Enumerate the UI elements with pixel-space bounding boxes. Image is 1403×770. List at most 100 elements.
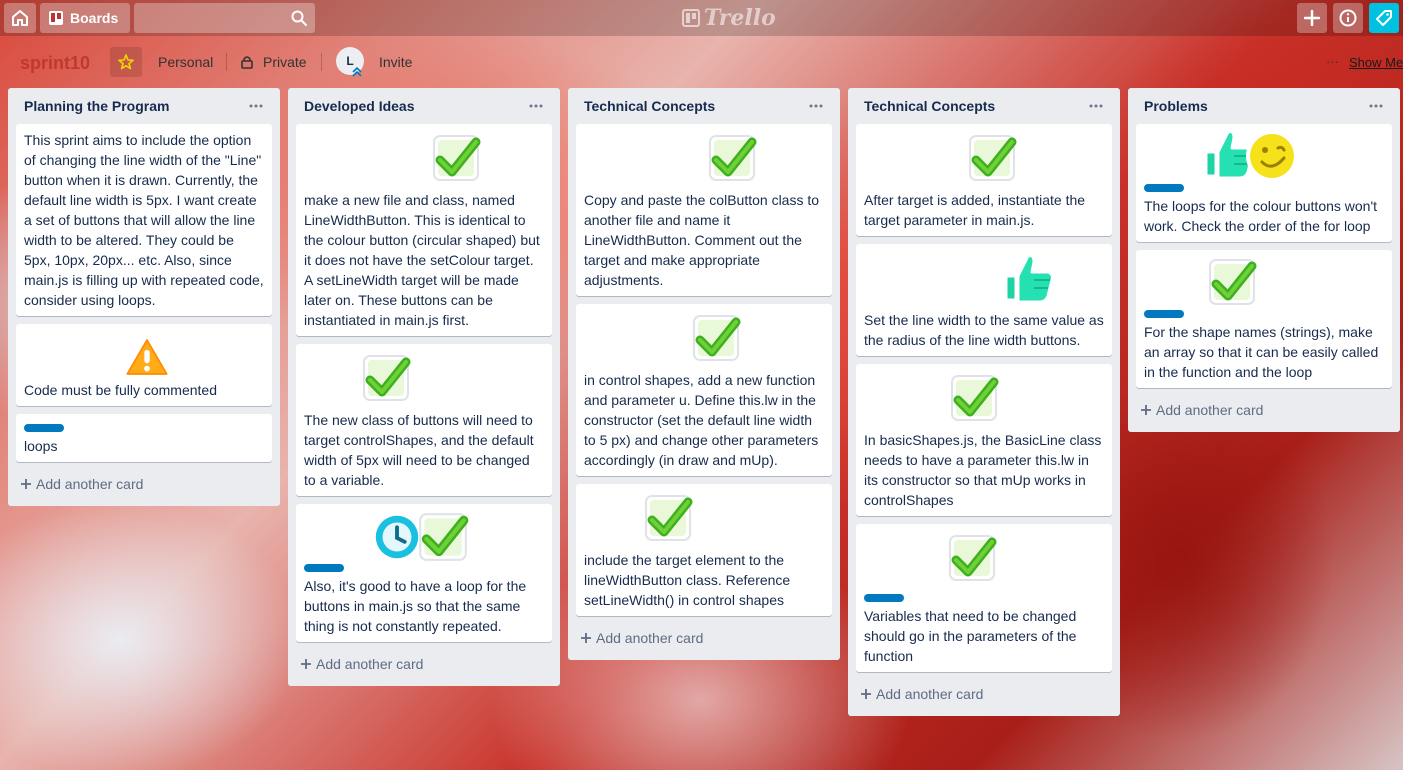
check-sticker-icon bbox=[640, 490, 696, 546]
smile-sticker-icon bbox=[1244, 128, 1300, 184]
boards-button[interactable]: Boards bbox=[40, 3, 130, 33]
card[interactable]: include the target element to the lineWi… bbox=[576, 484, 832, 616]
home-button[interactable] bbox=[4, 3, 36, 33]
add-card-label: Add another card bbox=[1156, 402, 1264, 418]
card[interactable]: In basicShapes.js, the BasicLine class n… bbox=[856, 364, 1112, 516]
card[interactable]: in control shapes, add a new function an… bbox=[576, 304, 832, 476]
check-sticker-icon bbox=[946, 370, 1002, 426]
check-sticker-icon bbox=[944, 530, 1000, 586]
card[interactable]: This sprint aims to include the option o… bbox=[16, 124, 272, 316]
add-card-button[interactable]: Add another card bbox=[16, 470, 272, 498]
visibility-button[interactable]: Private bbox=[263, 47, 307, 77]
boards-icon bbox=[49, 11, 63, 25]
list-menu-icon[interactable] bbox=[804, 94, 828, 118]
check-sticker-icon bbox=[964, 130, 1020, 186]
card-title: Variables that need to be changed should… bbox=[864, 608, 1077, 664]
card[interactable]: After target is added, instantiate the t… bbox=[856, 124, 1112, 236]
card[interactable]: For the shape names (strings), make an a… bbox=[1136, 250, 1392, 388]
card-stickers bbox=[24, 330, 264, 380]
card-stickers bbox=[864, 130, 1104, 190]
header-divider bbox=[321, 53, 322, 71]
card[interactable]: The loops for the colour buttons won't w… bbox=[1136, 124, 1392, 242]
list-menu-icon[interactable] bbox=[524, 94, 548, 118]
plus-icon bbox=[581, 633, 591, 643]
card-stickers bbox=[864, 250, 1104, 310]
list-header: Problems bbox=[1136, 88, 1392, 124]
list-planning: Planning the Program This sprint aims to… bbox=[8, 88, 280, 506]
card[interactable]: loops bbox=[16, 414, 272, 462]
plus-icon bbox=[1141, 405, 1151, 415]
list-developed-ideas: Developed Ideas make a new file and clas… bbox=[288, 88, 560, 686]
list-title[interactable]: Developed Ideas bbox=[304, 98, 415, 114]
card[interactable]: The new class of buttons will need to ta… bbox=[296, 344, 552, 496]
card-stickers bbox=[864, 530, 1104, 590]
card-stickers bbox=[1144, 130, 1384, 180]
card-title: in control shapes, add a new function an… bbox=[584, 372, 819, 468]
card[interactable]: Variables that need to be changed should… bbox=[856, 524, 1112, 672]
card-title: In basicShapes.js, the BasicLine class n… bbox=[864, 432, 1102, 508]
card[interactable]: Set the line width to the same value as … bbox=[856, 244, 1112, 356]
card[interactable]: Also, it's good to have a loop for the b… bbox=[296, 504, 552, 642]
card-stickers bbox=[1144, 256, 1384, 306]
info-button[interactable] bbox=[1333, 3, 1363, 33]
check-sticker-icon bbox=[358, 350, 414, 406]
header-divider bbox=[226, 53, 227, 71]
card-title: Set the line width to the same value as … bbox=[864, 312, 1104, 348]
add-card-label: Add another card bbox=[36, 476, 144, 492]
search-icon[interactable] bbox=[291, 10, 307, 26]
card[interactable]: Code must be fully commented bbox=[16, 324, 272, 406]
card-label bbox=[1144, 310, 1184, 318]
list-menu-icon[interactable] bbox=[1084, 94, 1108, 118]
add-card-button[interactable]: Add another card bbox=[296, 650, 552, 678]
card-title: Code must be fully commented bbox=[24, 382, 217, 398]
card-title: Copy and paste the colButton class to an… bbox=[584, 192, 820, 288]
notifications-button[interactable] bbox=[1369, 3, 1399, 33]
show-menu-button[interactable]: Show Menu bbox=[1349, 55, 1403, 70]
trello-logo[interactable]: Trello bbox=[682, 4, 776, 32]
team-button[interactable]: Personal bbox=[158, 47, 213, 77]
list-technical-concepts: Technical Concepts Copy and paste the co… bbox=[568, 88, 840, 660]
card-title: After target is added, instantiate the t… bbox=[864, 192, 1086, 228]
list-technical-concepts-2: Technical Concepts After target is added… bbox=[848, 88, 1120, 716]
search-input[interactable] bbox=[134, 3, 315, 33]
card-title: loops bbox=[24, 438, 58, 454]
card-stickers bbox=[584, 130, 824, 190]
check-sticker-icon bbox=[414, 508, 472, 566]
list-title[interactable]: Problems bbox=[1144, 98, 1208, 114]
menu-dots-icon[interactable]: ··· bbox=[1326, 54, 1339, 69]
info-icon bbox=[1339, 9, 1357, 27]
search-box[interactable] bbox=[134, 3, 315, 33]
star-icon bbox=[118, 54, 134, 70]
admin-chevron-icon bbox=[352, 67, 362, 77]
list-header: Technical Concepts bbox=[576, 88, 832, 124]
add-card-button[interactable]: Add another card bbox=[576, 624, 832, 652]
list-problems: Problems The loops for the colour button… bbox=[1128, 88, 1400, 432]
card[interactable]: Copy and paste the colButton class to an… bbox=[576, 124, 832, 296]
list-menu-icon[interactable] bbox=[1364, 94, 1388, 118]
card[interactable]: make a new file and class, named LineWid… bbox=[296, 124, 552, 336]
home-icon bbox=[12, 10, 28, 26]
plus-icon bbox=[301, 659, 311, 669]
logo-text: Trello bbox=[704, 5, 776, 31]
tag-icon bbox=[1376, 10, 1392, 26]
list-title[interactable]: Technical Concepts bbox=[864, 98, 995, 114]
trello-logo-icon bbox=[682, 9, 700, 27]
create-button[interactable] bbox=[1297, 3, 1327, 33]
plus-icon bbox=[1304, 10, 1320, 26]
add-card-button[interactable]: Add another card bbox=[1136, 396, 1392, 424]
thumbs-up-sticker-icon bbox=[1000, 250, 1056, 306]
board-title[interactable]: sprint10 bbox=[12, 47, 98, 79]
list-title[interactable]: Planning the Program bbox=[24, 98, 169, 114]
card-title: The new class of buttons will need to ta… bbox=[304, 412, 534, 488]
card-stickers bbox=[304, 130, 544, 190]
star-button[interactable] bbox=[110, 47, 142, 77]
card-stickers bbox=[304, 510, 544, 560]
list-header: Planning the Program bbox=[16, 88, 272, 124]
invite-button[interactable]: Invite bbox=[379, 47, 412, 77]
card-title: This sprint aims to include the option o… bbox=[24, 132, 264, 308]
add-card-button[interactable]: Add another card bbox=[856, 680, 1112, 708]
list-title[interactable]: Technical Concepts bbox=[584, 98, 715, 114]
add-card-label: Add another card bbox=[596, 630, 704, 646]
add-card-label: Add another card bbox=[876, 686, 984, 702]
list-menu-icon[interactable] bbox=[244, 94, 268, 118]
